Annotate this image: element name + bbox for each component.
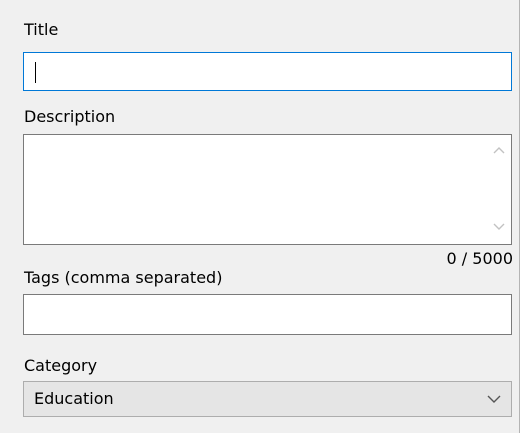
tags-label: Tags (comma separated) bbox=[24, 268, 223, 287]
category-selected-value: Education bbox=[34, 389, 114, 408]
chevron-down-icon bbox=[487, 395, 501, 403]
category-select[interactable]: Education bbox=[23, 381, 512, 417]
text-caret bbox=[35, 62, 36, 83]
chevron-up-icon[interactable] bbox=[487, 139, 511, 161]
description-label: Description bbox=[24, 107, 116, 126]
title-input[interactable] bbox=[23, 52, 512, 91]
title-label: Title bbox=[24, 20, 59, 39]
tags-input[interactable] bbox=[23, 294, 512, 335]
chevron-down-icon[interactable] bbox=[487, 216, 511, 238]
description-scrollbar[interactable] bbox=[487, 135, 511, 244]
category-label: Category bbox=[24, 356, 98, 375]
character-counter: 0 / 5000 bbox=[446, 249, 513, 268]
description-textarea[interactable] bbox=[23, 134, 512, 245]
upload-details-panel: Title Description 0 / 5000 Tags (comma s… bbox=[0, 0, 520, 433]
